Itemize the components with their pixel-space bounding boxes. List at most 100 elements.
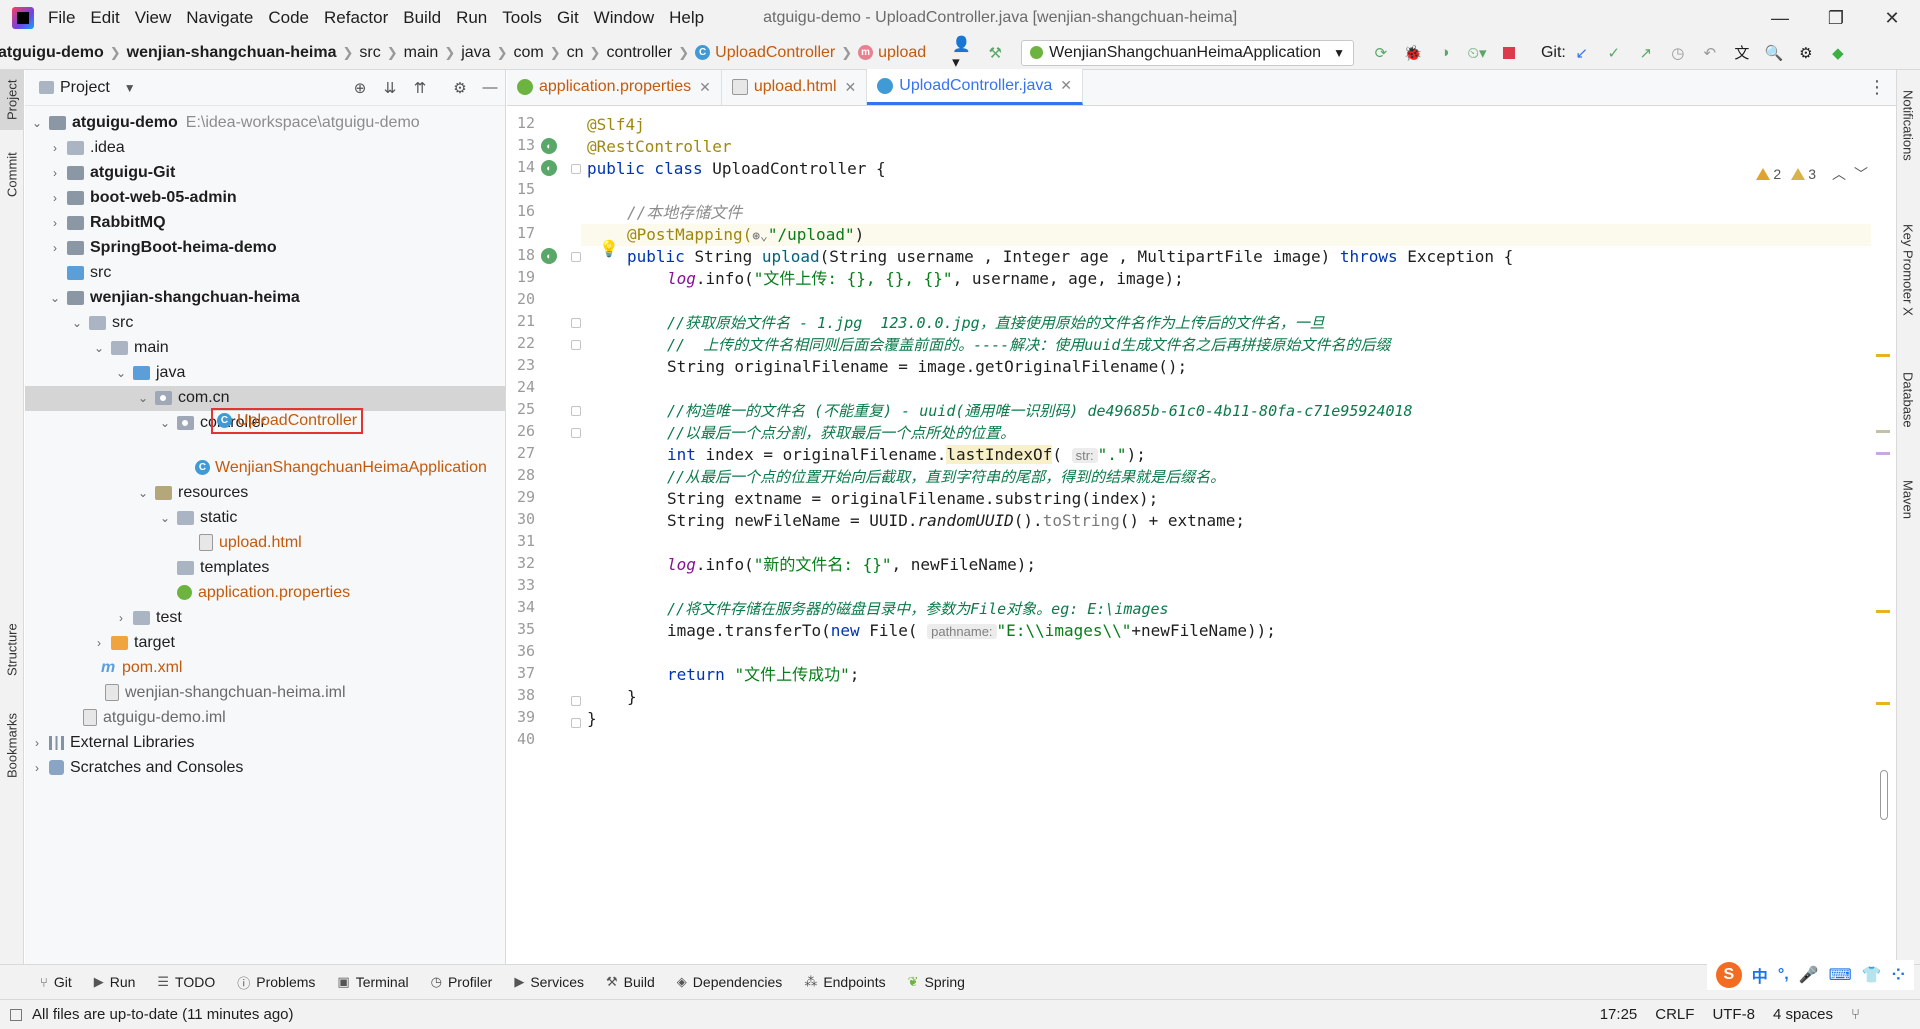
- more-options-icon[interactable]: ⋮: [1868, 77, 1886, 98]
- tree-node-atguigu-git[interactable]: › atguigu-Git: [47, 160, 175, 185]
- git-history-icon[interactable]: ◷: [1667, 42, 1689, 64]
- expand-all-icon[interactable]: ⇊: [375, 79, 405, 97]
- tree-node-root[interactable]: ⌄ atguigu-demo E:\idea-workspace\atguigu-d…: [29, 110, 420, 135]
- tree-node-upload-controller[interactable]: C UploadController: [211, 403, 364, 438]
- hammer-build-icon[interactable]: ⚒: [984, 42, 1006, 64]
- tree-node-resources[interactable]: ⌄ resources: [135, 480, 248, 505]
- breadcrumb-src[interactable]: src: [359, 44, 380, 62]
- gear-icon[interactable]: ⚙: [445, 79, 475, 97]
- tool-tab-database[interactable]: Database: [1896, 360, 1920, 440]
- warning-marker[interactable]: [1876, 430, 1890, 433]
- user-icon[interactable]: 👤▾: [952, 36, 974, 71]
- toolwin-endpoints[interactable]: ⁂ Endpoints: [804, 974, 885, 990]
- hide-icon[interactable]: —: [475, 79, 505, 97]
- line-separator[interactable]: CRLF: [1655, 1006, 1694, 1023]
- close-icon[interactable]: ✕: [1060, 77, 1072, 94]
- breadcrumb-main[interactable]: main: [404, 44, 439, 62]
- tree-node-java[interactable]: ⌄ java: [113, 360, 185, 385]
- close-icon[interactable]: ✕: [699, 79, 711, 96]
- chevron-right-icon[interactable]: ›: [47, 191, 63, 205]
- warning-marker[interactable]: [1876, 452, 1890, 455]
- tab-application-properties[interactable]: application.properties ✕: [507, 69, 722, 105]
- fold-marker-icon[interactable]: [571, 406, 581, 416]
- tree-node-scratches[interactable]: › Scratches and Consoles: [29, 755, 243, 780]
- tool-tab-structure[interactable]: Structure: [0, 610, 24, 690]
- menu-tools[interactable]: Tools: [502, 8, 542, 28]
- chevron-down-icon[interactable]: ⌄: [91, 341, 107, 355]
- menu-help[interactable]: Help: [669, 8, 704, 28]
- restore-icon[interactable]: ❐: [1808, 0, 1864, 36]
- chevron-down-icon[interactable]: ⌄: [135, 391, 151, 405]
- fold-marker-icon[interactable]: [571, 696, 581, 706]
- fold-marker-icon[interactable]: [571, 340, 581, 350]
- scroll-thumb[interactable]: [1880, 770, 1888, 820]
- chevron-down-icon[interactable]: ⌄: [135, 486, 151, 500]
- breadcrumb-cn[interactable]: cn: [567, 44, 584, 62]
- keyboard-icon[interactable]: ⌨: [1829, 965, 1852, 985]
- url-navigate-icon[interactable]: ⊛⌄: [752, 229, 768, 244]
- tree-node-src[interactable]: ⌄ src: [69, 310, 133, 335]
- tree-node-target[interactable]: › target: [91, 630, 175, 655]
- warning-marker[interactable]: [1876, 610, 1890, 613]
- status-toggle-icon[interactable]: [10, 1008, 22, 1021]
- toolwin-todo[interactable]: ☰ TODO: [157, 974, 215, 990]
- tree-node-rabbitmq[interactable]: › RabbitMQ: [47, 210, 166, 235]
- tree-node-main[interactable]: ⌄ main: [91, 335, 169, 360]
- warning-marker[interactable]: [1876, 702, 1890, 705]
- rerun-icon[interactable]: ⟳: [1370, 42, 1392, 64]
- file-encoding[interactable]: UTF-8: [1712, 1006, 1755, 1023]
- tool-tab-notifications[interactable]: Notifications: [1896, 70, 1920, 180]
- tree-node-module-iml[interactable]: wenjian-shangchuan-heima.iml: [105, 680, 346, 705]
- translate-icon[interactable]: 文: [1731, 42, 1753, 64]
- toolwin-spring[interactable]: ❦ Spring: [908, 974, 965, 990]
- debug-icon[interactable]: 🐞: [1402, 42, 1424, 64]
- git-branch-status[interactable]: ⑂: [1851, 1006, 1860, 1023]
- menu-edit[interactable]: Edit: [90, 8, 119, 28]
- chevron-down-icon[interactable]: ⌄: [29, 116, 45, 130]
- grid-menu-icon[interactable]: ⁘: [1892, 965, 1905, 985]
- toolwin-profiler[interactable]: ◷ Profiler: [431, 974, 493, 990]
- tree-node-templates[interactable]: templates: [177, 555, 269, 580]
- tool-tab-maven[interactable]: Maven: [1896, 465, 1920, 535]
- skin-icon[interactable]: 👕: [1862, 965, 1882, 985]
- menu-view[interactable]: View: [135, 8, 172, 28]
- tree-node-root-iml[interactable]: atguigu-demo.iml: [83, 705, 226, 730]
- code-area[interactable]: @Slf4j @RestController public class Uplo…: [581, 106, 1871, 964]
- endpoint-gutter-icon[interactable]: ◐: [541, 248, 557, 264]
- git-commit-icon[interactable]: ✓: [1603, 42, 1625, 64]
- chevron-down-icon[interactable]: ⌄: [157, 511, 173, 525]
- jetbrains-toolbox-icon[interactable]: ◆: [1827, 42, 1849, 64]
- coverage-icon[interactable]: ◑: [1434, 42, 1456, 64]
- collapse-all-icon[interactable]: ⇈: [405, 79, 435, 97]
- punctuation-icon[interactable]: °,: [1778, 966, 1789, 984]
- microphone-icon[interactable]: 🎤: [1799, 965, 1819, 985]
- close-icon[interactable]: ✕: [845, 79, 857, 96]
- git-update-icon[interactable]: ↙: [1571, 42, 1593, 64]
- tab-upload-controller[interactable]: UploadController.java ✕: [867, 69, 1083, 105]
- chevron-down-icon[interactable]: ⌄: [69, 316, 85, 330]
- gear-icon[interactable]: ⚙: [1795, 42, 1817, 64]
- intellij-logo-icon[interactable]: [12, 7, 34, 29]
- menu-run[interactable]: Run: [456, 8, 487, 28]
- tree-node-module[interactable]: ⌄ wenjian-shangchuan-heima: [47, 285, 300, 310]
- tree-node-static[interactable]: ⌄ static: [157, 505, 237, 530]
- tree-node-src-root[interactable]: src: [67, 260, 111, 285]
- chevron-right-icon[interactable]: ›: [29, 761, 45, 775]
- chevron-right-icon[interactable]: ›: [91, 636, 107, 650]
- fold-marker-icon[interactable]: [571, 164, 581, 174]
- chevron-down-icon[interactable]: ⌄: [47, 291, 63, 305]
- tree-node-external-libraries[interactable]: › External Libraries: [29, 730, 195, 755]
- tree-node-pom[interactable]: m pom.xml: [101, 655, 182, 680]
- ime-language[interactable]: 中: [1752, 963, 1768, 987]
- run-configuration-select[interactable]: WenjianShangchuanHeimaApplication ▼: [1021, 39, 1354, 66]
- fold-marker-icon[interactable]: [571, 718, 581, 728]
- breadcrumb-class[interactable]: UploadController: [715, 44, 835, 62]
- chevron-right-icon[interactable]: ›: [47, 216, 63, 230]
- fold-marker-icon[interactable]: [571, 428, 581, 438]
- tree-node-boot-web[interactable]: › boot-web-05-admin: [47, 185, 237, 210]
- indent-setting[interactable]: 4 spaces: [1773, 1006, 1833, 1023]
- tool-tab-key-promoter[interactable]: Key Promoter X: [1896, 210, 1920, 330]
- breadcrumb-method[interactable]: upload: [878, 44, 926, 62]
- search-icon[interactable]: 🔍: [1763, 42, 1785, 64]
- warning-marker[interactable]: [1876, 354, 1890, 357]
